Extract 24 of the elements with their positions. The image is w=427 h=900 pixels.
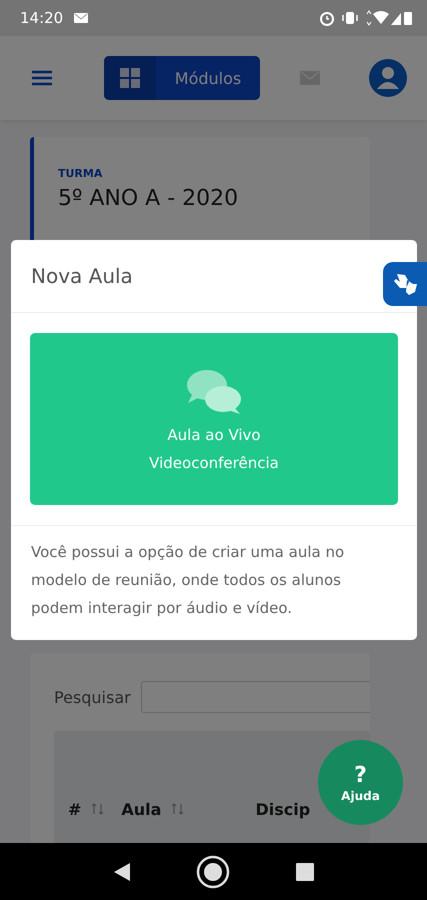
dialog-description: Você possui a opção de criar uma aula no modelo de reunião, onde todos os alunos podem interagir por áudio e vídeo.: [30, 542, 346, 619]
alarm-icon: [319, 10, 335, 26]
recents-icon[interactable]: [296, 862, 314, 880]
live-lesson-button[interactable]: Aula ao Vivo Videoconferência: [30, 333, 398, 505]
search-field[interactable]: [140, 681, 370, 713]
grid-icon: [120, 68, 140, 88]
modules-button[interactable]: Módulos: [104, 56, 260, 100]
back-icon[interactable]: [112, 862, 131, 882]
user-avatar-icon[interactable]: [369, 59, 407, 97]
column-header[interactable]: Aula: [121, 800, 162, 819]
card-label: TURMA: [58, 167, 104, 180]
signal-battery-icon: [365, 10, 413, 26]
chat-bubbles-icon: [186, 368, 242, 414]
class-title: 5º ANO A - 2020: [58, 186, 240, 211]
menu-icon[interactable]: [32, 70, 52, 86]
column-header[interactable]: Discip: [255, 800, 310, 819]
search-label: Pesquisar: [54, 688, 131, 706]
column-header[interactable]: #: [68, 800, 82, 819]
dialog-title: Nova Aula: [31, 264, 133, 288]
home-icon[interactable]: [196, 854, 230, 888]
sign-language-button[interactable]: [383, 262, 427, 306]
vibrate-icon: [341, 11, 359, 25]
clock: 14:20: [20, 9, 64, 27]
mail-notification-icon: [73, 12, 90, 24]
